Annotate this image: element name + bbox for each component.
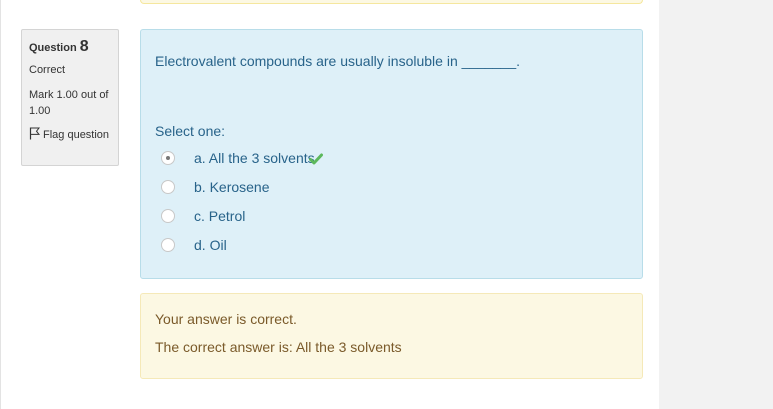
answer-option-c[interactable]: c. Petrol	[161, 207, 461, 225]
question-text: Electrovalent compounds are usually inso…	[155, 53, 521, 69]
flag-question-label[interactable]: Flag question	[43, 127, 109, 145]
question-number: Question 8	[29, 38, 111, 57]
question-number-value: 8	[79, 38, 89, 55]
answer-radio-d[interactable]	[161, 238, 175, 252]
flag-question-toggle[interactable]: Flag question	[29, 127, 111, 145]
question-label: Question	[29, 42, 77, 54]
answer-label-b[interactable]: b. Kerosene	[194, 179, 270, 195]
answer-radio-c[interactable]	[161, 209, 175, 223]
flag-icon[interactable]	[29, 127, 43, 145]
question-state: Correct	[29, 64, 66, 76]
feedback-text: Your answer is correct.	[155, 311, 297, 327]
answer-option-d[interactable]: d. Oil	[161, 236, 461, 254]
question-info: Question 8 Correct Mark 1.00 out of 1.00…	[21, 29, 119, 166]
page-region: Question 8 Correct Mark 1.00 out of 1.00…	[0, 0, 659, 409]
answer-radio-b[interactable]	[161, 180, 175, 194]
answer-option-b[interactable]: b. Kerosene	[161, 178, 461, 196]
select-one-prompt: Select one:	[155, 123, 226, 139]
question-formulation: Electrovalent compounds are usually inso…	[140, 29, 643, 279]
question-outcome: Your answer is correct. The correct answ…	[140, 293, 643, 379]
answer-option-a[interactable]: a. All the 3 solvents	[161, 149, 461, 167]
previous-outcome-strip	[140, 0, 643, 4]
answer-radio-a[interactable]	[161, 151, 175, 165]
correct-tick-icon	[308, 153, 323, 165]
question-grade: Mark 1.00 out of 1.00	[29, 89, 109, 117]
answer-label-d[interactable]: d. Oil	[194, 237, 227, 253]
answer-label-c[interactable]: c. Petrol	[194, 208, 245, 224]
answer-label-a[interactable]: a. All the 3 solvents	[194, 150, 315, 166]
right-answer-text: The correct answer is: All the 3 solvent…	[155, 339, 402, 355]
